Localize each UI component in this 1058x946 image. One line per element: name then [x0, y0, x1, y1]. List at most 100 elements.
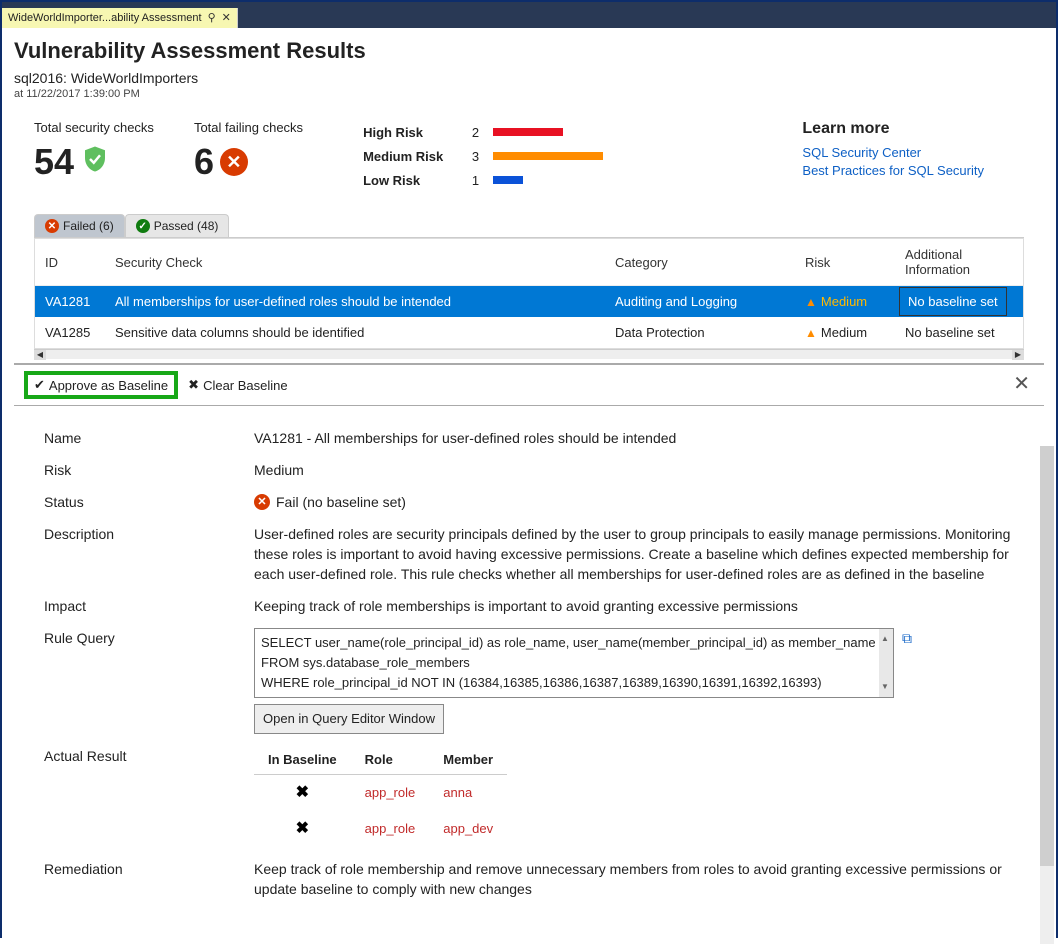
- query-vscroll[interactable]: [879, 629, 893, 697]
- name-label: Name: [44, 428, 254, 448]
- col-in-baseline: In Baseline: [254, 746, 351, 775]
- role-cell: app_role: [351, 775, 430, 812]
- warning-icon: ▲: [805, 326, 817, 340]
- tab-failed[interactable]: ✕ Failed (6): [34, 214, 125, 237]
- description-label: Description: [44, 524, 254, 544]
- scroll-left-icon[interactable]: ◀: [34, 350, 46, 360]
- cell-addl: No baseline set: [905, 325, 1013, 340]
- clear-baseline-label: Clear Baseline: [203, 378, 288, 393]
- tab-passed[interactable]: ✓ Passed (48): [125, 214, 230, 237]
- in-baseline-icon: ✖: [254, 811, 351, 847]
- findings-table: ID Security Check Category Risk Addition…: [34, 238, 1024, 349]
- document-tab-strip: WideWorldImporter...ability Assessment ⚲…: [2, 8, 1056, 28]
- failing-checks-label: Total failing checks: [194, 120, 303, 135]
- medium-risk-label: Medium Risk: [363, 149, 453, 164]
- result-row: ✖ app_role app_dev: [254, 811, 507, 847]
- col-check: Security Check: [115, 255, 615, 270]
- copy-icon[interactable]: ⧉: [902, 628, 912, 648]
- remediation-value: Keep track of role membership and remove…: [254, 859, 1014, 899]
- rule-query-textbox[interactable]: SELECT user_name(role_principal_id) as r…: [254, 628, 894, 698]
- detail-body: Name VA1281 - All memberships for user-d…: [14, 406, 1044, 916]
- link-sql-security-center[interactable]: SQL Security Center: [802, 144, 984, 162]
- role-cell: app_role: [351, 811, 430, 847]
- close-detail-icon[interactable]: ✕: [1013, 371, 1030, 396]
- high-risk-count: 2: [467, 125, 479, 140]
- col-role: Role: [351, 746, 430, 775]
- cell-check: All memberships for user-defined roles s…: [115, 294, 615, 309]
- shield-icon: [80, 141, 110, 183]
- query-line: WHERE role_principal_id NOT IN (16384,16…: [261, 673, 887, 693]
- low-risk-count: 1: [467, 173, 479, 188]
- failing-checks-block: Total failing checks 6 ✕: [194, 120, 303, 183]
- detail-toolbar: ✔ Approve as Baseline ✖ Clear Baseline ✕: [14, 363, 1044, 406]
- check-icon: ✔: [34, 377, 45, 393]
- page-title: Vulnerability Assessment Results: [14, 38, 1044, 64]
- table-row[interactable]: VA1285 Sensitive data columns should be …: [35, 317, 1023, 348]
- high-risk-bar: [493, 128, 563, 136]
- scroll-right-icon[interactable]: ▶: [1012, 350, 1024, 360]
- approve-baseline-button[interactable]: ✔ Approve as Baseline: [24, 371, 178, 399]
- failing-checks-value: 6: [194, 141, 214, 183]
- link-best-practices[interactable]: Best Practices for SQL Security: [802, 162, 984, 180]
- cell-risk: ▲Medium: [805, 294, 905, 309]
- tab-failed-label: Failed (6): [63, 219, 114, 233]
- fail-icon: ✕: [220, 148, 248, 176]
- scroll-thumb[interactable]: [1040, 446, 1054, 866]
- impact-value: Keeping track of role memberships is imp…: [254, 596, 1014, 616]
- connection-line: sql2016: WideWorldImporters: [14, 70, 1044, 86]
- detail-vscroll[interactable]: [1040, 446, 1054, 944]
- actual-result-block: In Baseline Role Member ✖ app_role anna …: [254, 746, 1014, 847]
- medium-risk-count: 3: [467, 149, 479, 164]
- member-cell: anna: [429, 775, 507, 812]
- table-row[interactable]: VA1281 All memberships for user-defined …: [35, 286, 1023, 317]
- col-member: Member: [429, 746, 507, 775]
- cell-id: VA1281: [45, 294, 115, 309]
- member-cell: app_dev: [429, 811, 507, 847]
- learn-more-header: Learn more: [802, 120, 984, 138]
- rule-query-block: SELECT user_name(role_principal_id) as r…: [254, 628, 1014, 734]
- pass-icon: ✓: [136, 219, 150, 233]
- name-value: VA1281 - All memberships for user-define…: [254, 428, 1014, 448]
- remediation-label: Remediation: [44, 859, 254, 879]
- impact-label: Impact: [44, 596, 254, 616]
- document-tab[interactable]: WideWorldImporter...ability Assessment ⚲…: [2, 8, 238, 28]
- in-baseline-icon: ✖: [254, 775, 351, 812]
- timestamp: at 11/22/2017 1:39:00 PM: [14, 88, 1044, 100]
- low-risk-label: Low Risk: [363, 173, 453, 188]
- col-risk: Risk: [805, 255, 905, 270]
- total-checks-label: Total security checks: [34, 120, 154, 135]
- fail-icon: ✕: [45, 219, 59, 233]
- col-category: Category: [615, 255, 805, 270]
- learn-more-block: Learn more SQL Security Center Best Prac…: [802, 120, 1024, 180]
- status-value: ✕ Fail (no baseline set): [254, 492, 1014, 512]
- close-icon: ✖: [188, 377, 199, 393]
- actual-result-table: In Baseline Role Member ✖ app_role anna …: [254, 746, 507, 847]
- actual-result-label: Actual Result: [44, 746, 254, 766]
- cell-id: VA1285: [45, 325, 115, 340]
- fail-icon: ✕: [254, 494, 270, 510]
- cell-check: Sensitive data columns should be identif…: [115, 325, 615, 340]
- query-line: FROM sys.database_role_members: [261, 653, 887, 673]
- col-addl: Additional Information: [905, 247, 1013, 277]
- result-row: ✖ app_role anna: [254, 775, 507, 812]
- clear-baseline-button[interactable]: ✖ Clear Baseline: [188, 377, 287, 393]
- description-value: User-defined roles are security principa…: [254, 524, 1014, 584]
- cell-category: Data Protection: [615, 325, 805, 340]
- low-risk-bar: [493, 176, 523, 184]
- rule-query-label: Rule Query: [44, 628, 254, 648]
- query-line: SELECT user_name(role_principal_id) as r…: [261, 633, 887, 653]
- col-id: ID: [45, 255, 115, 270]
- tab-passed-label: Passed (48): [154, 219, 219, 233]
- total-checks-block: Total security checks 54: [34, 120, 154, 183]
- status-label: Status: [44, 492, 254, 512]
- pin-icon[interactable]: ⚲: [208, 8, 216, 28]
- high-risk-label: High Risk: [363, 125, 453, 140]
- document-tab-title: WideWorldImporter...ability Assessment: [8, 8, 202, 28]
- open-in-query-editor-button[interactable]: Open in Query Editor Window: [254, 704, 444, 734]
- close-icon[interactable]: ✕: [222, 8, 231, 28]
- total-checks-value: 54: [34, 141, 74, 183]
- risk-label: Risk: [44, 460, 254, 480]
- cell-risk: ▲Medium: [805, 325, 905, 340]
- risk-value: Medium: [254, 460, 1014, 480]
- findings-hscroll[interactable]: ◀ ▶: [34, 349, 1024, 359]
